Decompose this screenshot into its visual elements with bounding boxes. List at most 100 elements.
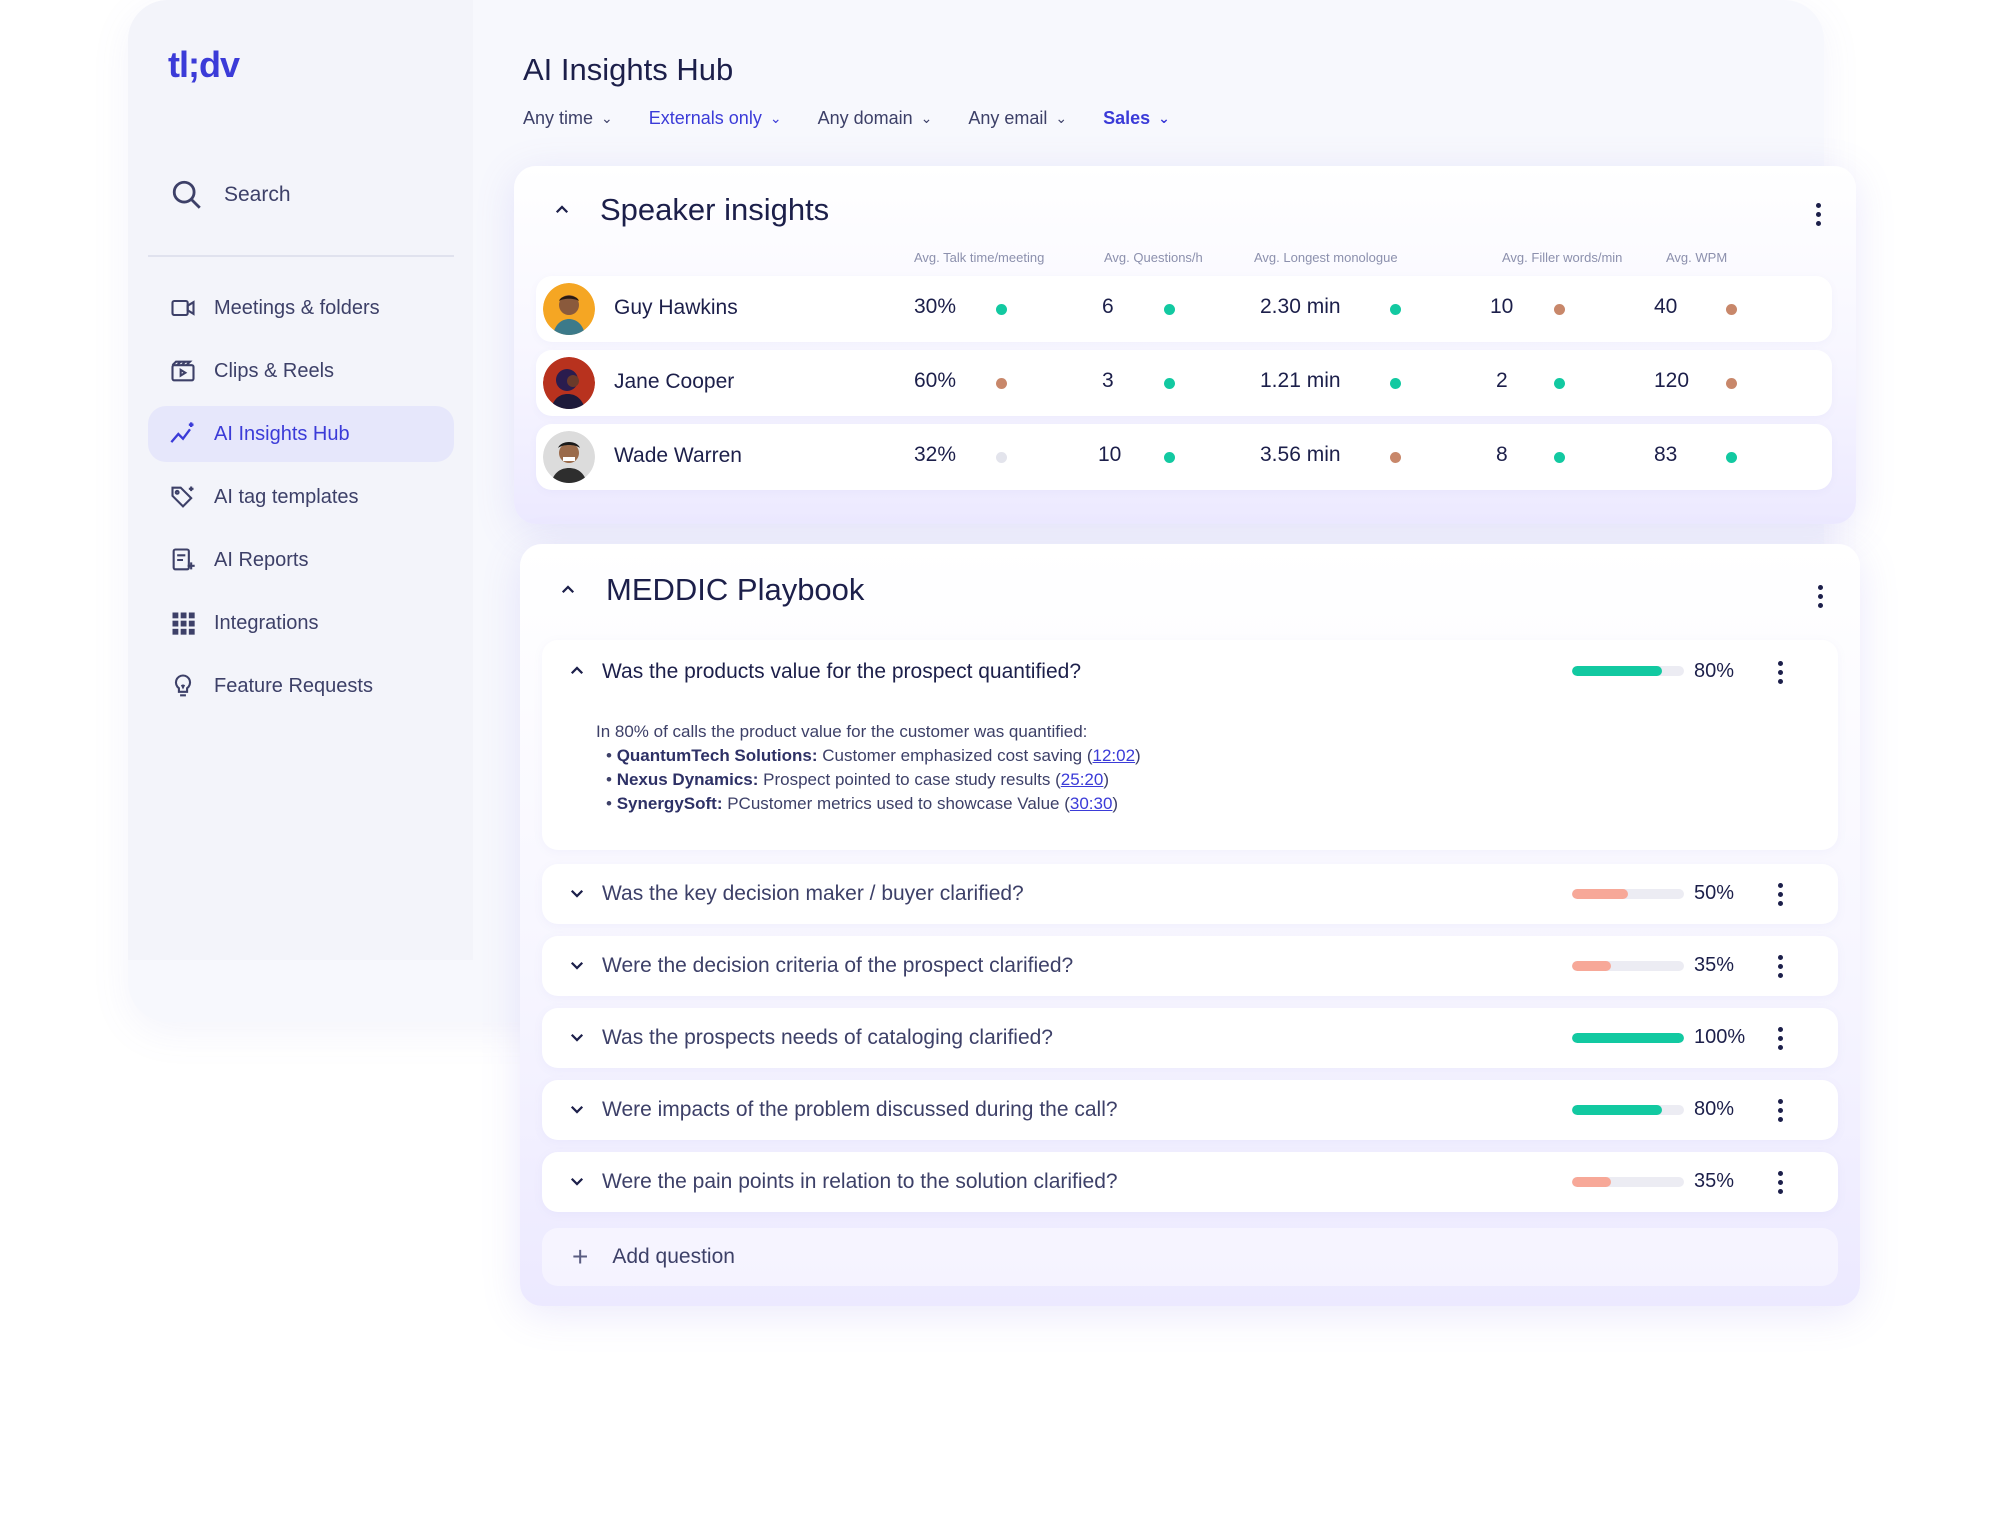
page-title: AI Insights Hub [523,52,734,87]
tag-sparkle-icon [168,482,198,512]
status-dot [1390,304,1401,315]
sidebar-item-feature-requests[interactable]: Feature Requests [148,658,454,714]
filter-label: Any domain [817,108,913,128]
chevron-down-icon[interactable] [568,956,588,976]
add-question-button[interactable]: + Add question [542,1228,1838,1286]
progress-fill [1572,1033,1684,1043]
sidebar-item-clips[interactable]: Clips & Reels [148,343,454,399]
more-options-button[interactable] [1766,1096,1794,1124]
filter-label: Sales [1103,108,1151,128]
sidebar-item-integrations[interactable]: Integrations [148,595,454,651]
chevron-down-icon[interactable] [568,884,588,904]
detail-text: PCustomer metrics used to showcase Value… [722,794,1070,813]
monologue-value: 1.21 min [1260,369,1341,392]
question-detail: In 80% of calls the product value for th… [596,720,1141,816]
sidebar-item-label: AI Insights Hub [214,422,350,445]
progress-bar [1572,666,1684,676]
question-row[interactable]: Were the decision criteria of the prospe… [542,936,1838,996]
detail-item: • QuantumTech Solutions: Customer emphas… [606,746,1141,765]
plus-icon: + [572,1241,589,1272]
question-percentage: 100% [1694,1026,1746,1048]
question-text: Was the products value for the prospect … [602,660,1082,683]
sidebar-item-ai-tag-templates[interactable]: AI tag templates [148,469,454,525]
status-dot [996,304,1007,315]
filler-words-value: 8 [1496,443,1508,466]
sidebar-item-meetings[interactable]: Meetings & folders [148,280,454,336]
more-options-button[interactable] [1766,880,1794,908]
progress-fill [1572,961,1612,971]
search-button[interactable]: Search [170,174,291,216]
question-row[interactable]: Were the pain points in relation to the … [542,1152,1838,1212]
column-header: Avg. WPM [1666,250,1728,265]
filler-words-value: 2 [1496,369,1508,392]
filter-domain[interactable]: Any domain ⌄ [818,108,933,129]
speaker-name: Wade Warren [614,444,742,467]
sidebar-divider [148,255,454,257]
more-options-button[interactable] [1806,582,1834,610]
avatar [543,431,595,483]
sidebar-item-label: Meetings & folders [214,296,380,319]
question-row[interactable]: Was the key decision maker / buyer clari… [542,864,1838,924]
progress-bar [1572,1105,1684,1115]
filter-bar: Any time ⌄ Externals only ⌄ Any domain ⌄… [523,108,1170,129]
collapse-button[interactable] [554,576,582,604]
timestamp-link[interactable]: 12:02 [1093,746,1136,765]
detail-item: • SynergySoft: PCustomer metrics used to… [606,794,1119,813]
status-dot [996,378,1007,389]
table-row[interactable]: Guy Hawkins 30% 6 2.30 min 10 40 [536,276,1832,342]
talk-time-value: 60% [914,369,957,392]
progress-fill [1572,1177,1612,1187]
sidebar-nav: Meetings & folders Clips & Reels AI Insi… [148,280,454,721]
wpm-value: 40 [1654,295,1678,318]
filter-attendees[interactable]: Externals only ⌄ [649,108,782,129]
card-header: Speaker insights [548,192,829,228]
sidebar-item-ai-reports[interactable]: AI Reports [148,532,454,588]
table-row[interactable]: Jane Cooper 60% 3 1.21 min 2 120 [536,350,1832,416]
speaker-insights-card: Speaker insights Avg. Talk time/meeting … [514,166,1856,524]
question-percentage: 50% [1694,882,1735,904]
status-dot [1554,452,1565,463]
column-header: Avg. Questions/h [1104,250,1203,265]
timestamp-link[interactable]: 25:20 [1061,770,1104,789]
chevron-up-icon[interactable] [568,662,588,682]
status-dot [1164,378,1175,389]
sidebar-item-ai-insights-hub[interactable]: AI Insights Hub [148,406,454,462]
chevron-down-icon[interactable] [568,1028,588,1048]
question-row-expanded[interactable]: Was the products value for the prospect … [542,640,1838,850]
sidebar-item-label: Integrations [214,611,319,634]
talk-time-value: 30% [914,295,957,318]
filler-words-value: 10 [1490,295,1514,318]
more-options-button[interactable] [1766,658,1794,686]
filter-email[interactable]: Any email ⌄ [968,108,1067,129]
chevron-down-icon: ⌄ [1158,110,1170,126]
more-options-button[interactable] [1766,1168,1794,1196]
add-question-label: Add question [612,1245,735,1268]
filter-time[interactable]: Any time ⌄ [523,108,613,129]
chevron-down-icon[interactable] [568,1172,588,1192]
more-options-button[interactable] [1804,200,1832,228]
status-dot [1164,304,1175,315]
collapse-button[interactable] [548,196,576,224]
questions-value: 10 [1098,443,1122,466]
filter-team[interactable]: Sales ⌄ [1103,108,1170,129]
status-dot [1726,378,1737,389]
lightbulb-icon [168,671,198,701]
grid-icon [168,608,198,638]
chevron-down-icon[interactable] [568,1100,588,1120]
card-title: MEDDIC Playbook [606,572,865,607]
progress-bar [1572,1177,1684,1187]
status-dot [1164,452,1175,463]
detail-text: Customer emphasized cost saving ( [817,746,1093,765]
sidebar-item-label: AI tag templates [214,485,359,508]
column-header: Avg. Talk time/meeting [914,250,1045,265]
question-row[interactable]: Was the prospects needs of cataloging cl… [542,1008,1838,1068]
speaker-name: Jane Cooper [614,370,735,393]
more-options-button[interactable] [1766,1024,1794,1052]
more-options-button[interactable] [1766,952,1794,980]
filter-label: Externals only [648,108,762,128]
question-row[interactable]: Were impacts of the problem discussed du… [542,1080,1838,1140]
status-dot [1554,378,1565,389]
table-row[interactable]: Wade Warren 32% 10 3.56 min 8 83 [536,424,1832,490]
timestamp-link[interactable]: 30:30 [1070,794,1113,813]
detail-close: ) [1103,770,1110,789]
